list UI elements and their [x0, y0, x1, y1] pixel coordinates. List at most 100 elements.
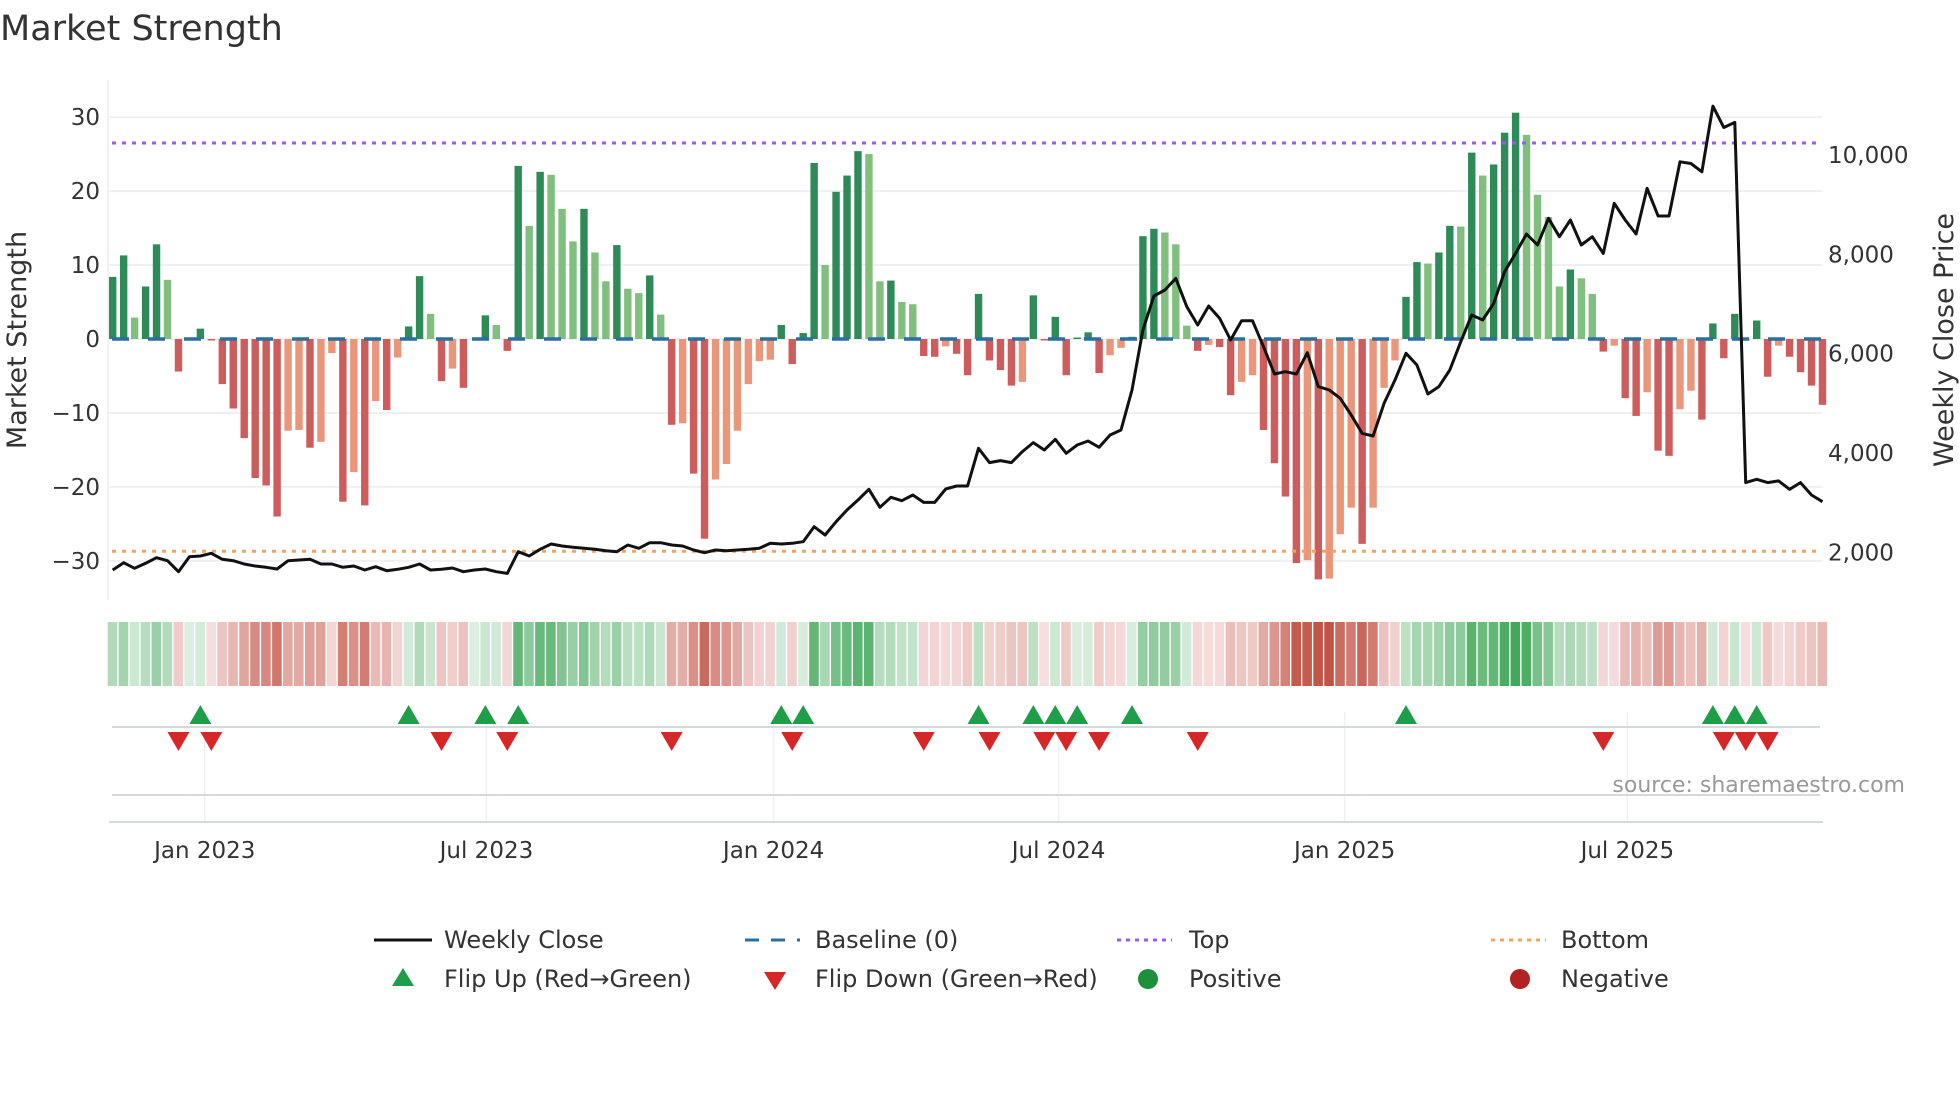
strength-bar — [810, 162, 818, 339]
x-axis-ticks: Jan 2023 Jul 2023 Jan 2024 Jul 2024 Jan 2025… — [152, 838, 1674, 864]
heat-cell — [787, 622, 797, 686]
heat-cell — [228, 622, 238, 686]
heat-cell — [1116, 622, 1126, 686]
heat-cell — [1664, 622, 1674, 686]
heat-cell — [1477, 622, 1488, 686]
legend-item-bottom: Bottom — [1491, 926, 1649, 954]
right-axis-ticks: 2,000 4,000 6,000 8,000 10,000 — [1828, 143, 1908, 567]
strength-bar — [448, 339, 457, 369]
strength-bar — [744, 339, 753, 385]
flip-down-marker — [1734, 732, 1757, 751]
heat-cell — [403, 622, 414, 686]
heat-cell — [1729, 622, 1740, 686]
heat-cell — [1236, 622, 1247, 686]
strength-bar — [1489, 164, 1498, 339]
strength-bar — [393, 339, 402, 358]
heat-cell — [568, 622, 578, 686]
heat-cell — [1324, 622, 1334, 686]
strength-bar — [689, 339, 698, 474]
heat-cell — [842, 622, 852, 686]
strength-bar — [317, 339, 325, 442]
x-tick-label: Jan 2025 — [1292, 838, 1395, 864]
strength-bar — [415, 276, 424, 339]
strength-bar — [459, 339, 468, 388]
strength-bar — [1599, 339, 1607, 352]
strength-bar — [580, 208, 588, 339]
strength-bar — [821, 265, 829, 339]
flip-down-marker — [430, 732, 453, 751]
left-axis-ticks: 30 20 10 0 −10 −20 −30 — [51, 105, 100, 575]
heat-cell — [1039, 622, 1049, 686]
strength-bar — [1796, 339, 1805, 373]
strength-bar — [952, 339, 961, 354]
heat-cell — [1159, 622, 1170, 686]
flip-down-marker — [167, 732, 190, 751]
heat-cell — [1532, 622, 1543, 686]
strength-bar — [1007, 339, 1016, 386]
heat-cell — [294, 622, 304, 686]
heat-cell — [195, 622, 205, 686]
heat-cell — [765, 622, 775, 686]
strength-bar — [700, 339, 709, 539]
strength-bar — [273, 339, 281, 517]
heat-cell — [732, 622, 743, 686]
strength-bar — [1643, 339, 1651, 393]
flip-down-marker — [1756, 732, 1779, 751]
strength-bar — [1785, 339, 1794, 357]
heat-cell — [633, 622, 644, 686]
heat-cell — [140, 622, 151, 686]
flip-down-marker — [781, 732, 804, 751]
strength-bar — [1018, 339, 1027, 382]
x-tick-label: Jan 2024 — [721, 838, 824, 864]
strength-bar — [1248, 339, 1257, 376]
legend-label: Flip Up (Red→Green) — [444, 965, 692, 993]
strength-bar — [832, 191, 840, 339]
heat-cell — [1313, 622, 1323, 686]
legend: Weekly Close Baseline (0) Top Bottom Fli… — [374, 926, 1669, 993]
y2-tick-label: 2,000 — [1828, 541, 1894, 567]
strength-bar — [240, 339, 248, 439]
heat-cell — [1181, 622, 1192, 686]
heat-cell — [1707, 622, 1718, 686]
heat-cell — [1598, 622, 1608, 686]
strength-bar — [1281, 339, 1290, 497]
heat-cell — [1137, 622, 1148, 686]
flip-down-marker — [1033, 732, 1056, 751]
strength-bar — [1676, 339, 1684, 410]
flip-down-marker — [1186, 732, 1209, 751]
strength-bar — [876, 281, 884, 339]
strength-bar — [328, 339, 336, 354]
heat-cell — [1368, 622, 1378, 686]
strength-bar — [1336, 339, 1344, 535]
strength-bar — [887, 280, 895, 339]
heat-cell — [984, 622, 995, 686]
heat-cell — [1488, 622, 1499, 686]
strength-bar — [1500, 132, 1509, 339]
strength-bar — [1632, 339, 1640, 416]
heat-cell — [414, 622, 425, 686]
strength-bar — [711, 339, 720, 480]
strength-bar — [547, 174, 555, 339]
legend-item-flip-down: Flip Down (Green→Red) — [764, 965, 1098, 993]
strength-bar — [1753, 320, 1761, 339]
strength-bar — [306, 339, 314, 448]
flip-up-marker — [967, 705, 990, 724]
heat-cell — [1390, 622, 1400, 686]
strength-bar — [974, 293, 983, 339]
flip-up-marker — [1723, 705, 1746, 724]
strength-bar — [218, 339, 226, 385]
heat-cell — [1696, 622, 1707, 686]
heat-cell — [1795, 622, 1806, 686]
flip-up-marker — [189, 705, 212, 724]
heat-cell — [239, 622, 249, 686]
strength-bar — [1150, 228, 1158, 339]
strength-bar — [722, 339, 731, 464]
flip-down-marker — [1712, 732, 1735, 751]
heat-cell — [896, 622, 907, 686]
legend-label: Positive — [1189, 965, 1282, 993]
strength-bar — [624, 288, 632, 339]
strength-bar — [1369, 339, 1377, 508]
strength-bar — [284, 339, 292, 431]
strength-bar — [678, 339, 687, 424]
strength-bar — [1237, 339, 1246, 382]
